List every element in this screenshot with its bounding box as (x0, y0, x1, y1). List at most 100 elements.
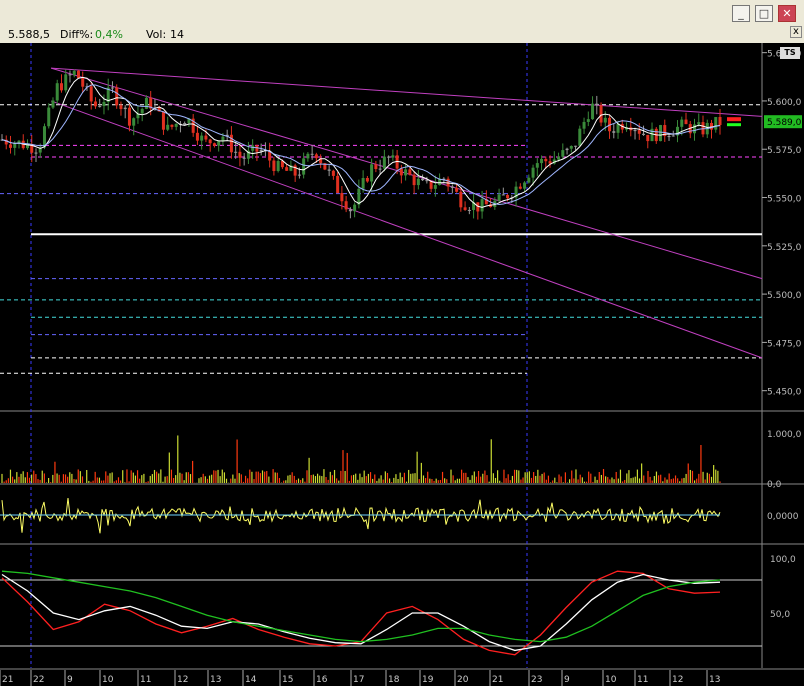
x-tick-label: 13 (210, 675, 221, 685)
diff-value: 0,4% (95, 28, 123, 41)
candle-body (327, 169, 331, 171)
candle-body (285, 167, 289, 171)
candle-body (64, 74, 68, 91)
candle-body (208, 139, 212, 144)
candle-body (127, 107, 131, 126)
candle-body (195, 132, 199, 141)
candle-body (408, 169, 412, 175)
vol-label: Vol: (146, 28, 167, 41)
candle-body (450, 186, 454, 188)
candle-body (586, 119, 590, 122)
candle-body (242, 157, 246, 159)
candle-body (310, 153, 314, 155)
candle-body (255, 145, 259, 152)
window-titlebar: _ □ ✕ (0, 0, 804, 26)
candle-body (591, 103, 595, 120)
candle-body (540, 158, 544, 164)
candle-body (671, 135, 675, 137)
candle-body (68, 74, 72, 76)
candle-body (544, 158, 548, 162)
x-tick-label: 11 (637, 675, 648, 685)
candle-body (399, 168, 403, 176)
candle-body (251, 145, 255, 151)
candle-body (527, 177, 531, 183)
stochastic-series-line (1, 573, 721, 652)
stochastic-series-line (1, 570, 721, 656)
minimize-button[interactable]: _ (732, 5, 750, 22)
price-tick-label: 5.550,0 (767, 195, 802, 205)
candle-body (565, 148, 569, 151)
candle-body (361, 178, 365, 189)
volume-tick-label: 0,0 (767, 480, 782, 490)
candle-body (365, 178, 369, 182)
ts-badge[interactable]: TS (780, 47, 800, 59)
x-tick-label: 14 (245, 675, 257, 685)
candle-body (353, 204, 357, 212)
candle-body (348, 209, 352, 212)
candle-body (421, 178, 425, 181)
candle-body (13, 143, 17, 148)
candle-body (132, 118, 136, 126)
oscillator-line (1, 497, 721, 534)
x-tick-label: 23 (531, 675, 542, 685)
candle-body (382, 156, 386, 169)
close-button[interactable]: ✕ (778, 5, 796, 22)
candle-body (561, 150, 565, 157)
x-tick-label: 18 (388, 675, 400, 685)
trading-chart[interactable]: 5.625,05.600,05.575,05.550,05.525,05.500… (0, 43, 804, 686)
panel-close-button[interactable]: x (790, 26, 802, 38)
x-tick-label: 10 (102, 675, 114, 685)
x-tick-label: 10 (605, 675, 617, 685)
oscillator-tick-label: 0,0000 (767, 512, 799, 522)
x-tick-label: 22 (33, 675, 44, 685)
x-tick-label: 21 (2, 675, 13, 685)
candle-body (637, 130, 641, 134)
candle-body (200, 135, 204, 141)
price-tick-label: 5.575,0 (767, 146, 802, 156)
candle-body (72, 70, 76, 76)
price-tick-label: 5.525,0 (767, 243, 802, 253)
candle-body (340, 193, 344, 202)
maximize-button[interactable]: □ (755, 5, 773, 22)
candle-body (174, 123, 178, 127)
candle-body (331, 170, 335, 176)
stochastic-series-line (1, 570, 721, 643)
candle-body (378, 168, 382, 170)
candle-body (463, 207, 467, 210)
x-tick-label: 16 (316, 675, 328, 685)
x-tick-label: 12 (177, 675, 188, 685)
candle-body (595, 103, 599, 106)
candle-body (429, 181, 433, 189)
candle-body (455, 187, 459, 192)
price-marker (727, 117, 741, 122)
candle-body (697, 122, 701, 125)
candle-body (119, 105, 123, 110)
candle-body (336, 175, 340, 194)
candle-body (276, 160, 280, 172)
candle-body (170, 124, 174, 127)
candle-body (234, 151, 238, 153)
candle-body (659, 125, 663, 142)
candle-body (123, 107, 127, 110)
candle-body (110, 87, 114, 89)
candle-body (467, 209, 471, 211)
candle-body (612, 131, 616, 133)
price-tick-label: 5.500,0 (767, 291, 802, 301)
x-tick-label: 21 (492, 675, 503, 685)
candle-body (81, 78, 85, 87)
candle-body (667, 136, 671, 138)
price-tick-label: 5.475,0 (767, 339, 802, 349)
candle-body (714, 117, 718, 130)
candle-body (599, 105, 603, 123)
candle-body (557, 156, 561, 160)
candle-body (144, 97, 148, 109)
candle-body (684, 119, 688, 125)
stochastic-tick-label: 100,0 (770, 555, 796, 565)
candle-body (603, 117, 607, 123)
candle-body (47, 107, 51, 127)
candle-body (569, 146, 573, 149)
candle-body (616, 124, 620, 133)
candle-body (701, 122, 705, 135)
candle-body (370, 164, 374, 182)
candle-body (302, 158, 306, 175)
